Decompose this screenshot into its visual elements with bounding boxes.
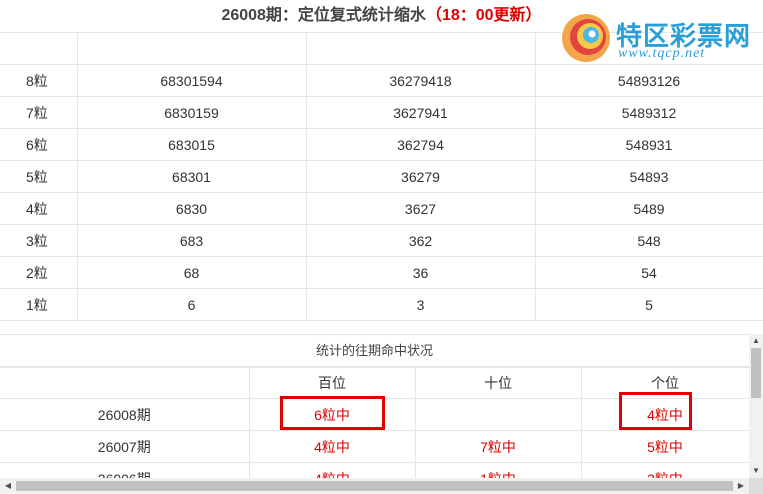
- row-label: 1粒: [0, 288, 78, 321]
- cell-tens: 3627: [305, 192, 536, 225]
- cell-units: 54893: [534, 160, 763, 193]
- table-row: 5粒 68301 36279 54893: [0, 160, 763, 193]
- hit-tens: 7粒中: [414, 430, 582, 463]
- cell-hundreds: 6: [76, 288, 307, 321]
- swirl-logo-icon: [562, 14, 610, 62]
- table-row: 8粒 68301594 36279418 54893126: [0, 64, 763, 97]
- cell-units: 54: [534, 256, 763, 289]
- cell-hundreds: 6830: [76, 192, 307, 225]
- history-row: 26006期 4粒中 1粒中 3粒中: [0, 462, 749, 478]
- hit-tens: [414, 398, 582, 431]
- row-label: 6粒: [0, 128, 78, 161]
- header-tens: 十位: [414, 366, 582, 399]
- row-label: 7粒: [0, 96, 78, 129]
- cell-units: 5489312: [534, 96, 763, 129]
- title-prefix: 26008期：定位复式统计缩水: [221, 7, 426, 24]
- cell-hundreds: 683: [76, 224, 307, 257]
- scroll-right-icon[interactable]: ▶: [733, 478, 749, 494]
- scroll-left-icon[interactable]: ◀: [0, 478, 16, 494]
- period-label: 26007期: [0, 430, 250, 463]
- highlight-box-units: [619, 392, 692, 430]
- cell-units: 5489: [534, 192, 763, 225]
- cell-tens: 3: [305, 288, 536, 321]
- history-section-title: 统计的往期命中状况: [0, 334, 749, 368]
- period-label: 26008期: [0, 398, 250, 431]
- cell-tens: 362: [305, 224, 536, 257]
- cell-hundreds: 6830159: [76, 96, 307, 129]
- cell-hundreds: 683015: [76, 128, 307, 161]
- cell-tens: 36: [305, 256, 536, 289]
- highlight-box-hundreds: [280, 396, 385, 430]
- row-label: 8粒: [0, 64, 78, 97]
- title-update-time: （18：00更新）: [425, 7, 542, 24]
- hit-hundreds: 4粒中: [248, 462, 416, 478]
- position-stats-table: 8粒 68301594 36279418 54893126 7粒 6830159…: [0, 32, 763, 321]
- vertical-scrollbar[interactable]: ▲ ▼: [749, 334, 763, 478]
- header-cell: [0, 366, 250, 399]
- hit-units: 3粒中: [580, 462, 749, 478]
- scrollbar-corner: [749, 478, 763, 494]
- cell-hundreds: 68301: [76, 160, 307, 193]
- cell-units: 54893126: [534, 64, 763, 97]
- header-hundreds: 百位: [248, 366, 416, 399]
- hit-units: 5粒中: [580, 430, 749, 463]
- cell-hundreds: 68: [76, 256, 307, 289]
- brand-url: www.tqcp.net: [618, 46, 706, 61]
- table-row: 3粒 683 362 548: [0, 224, 763, 257]
- cell-units: 548931: [534, 128, 763, 161]
- hit-tens: 1粒中: [414, 462, 582, 478]
- table-row: 7粒 6830159 3627941 5489312: [0, 96, 763, 129]
- cell-units: 548: [534, 224, 763, 257]
- cell-tens: 36279: [305, 160, 536, 193]
- table-row: 1粒 6 3 5: [0, 288, 763, 321]
- hit-hundreds: 4粒中: [248, 430, 416, 463]
- table-row: 6粒 683015 362794 548931: [0, 128, 763, 161]
- vertical-scroll-thumb[interactable]: [751, 348, 761, 398]
- row-label: 5粒: [0, 160, 78, 193]
- row-label: 4粒: [0, 192, 78, 225]
- site-logo[interactable]: 特区彩票网 www.tqcp.net: [560, 10, 760, 66]
- scroll-up-icon[interactable]: ▲: [749, 334, 763, 348]
- scroll-down-icon[interactable]: ▼: [749, 464, 763, 478]
- cell-units: 5: [534, 288, 763, 321]
- history-row: 26007期 4粒中 7粒中 5粒中: [0, 430, 749, 463]
- cell-hundreds: 68301594: [76, 64, 307, 97]
- table-row: 2粒 68 36 54: [0, 256, 763, 289]
- header-cell: [305, 32, 536, 65]
- horizontal-scrollbar[interactable]: ◀ ▶: [0, 478, 749, 494]
- header-cell: [76, 32, 307, 65]
- cell-tens: 36279418: [305, 64, 536, 97]
- period-label: 26006期: [0, 462, 250, 478]
- cell-tens: 3627941: [305, 96, 536, 129]
- cell-tens: 362794: [305, 128, 536, 161]
- row-label: 2粒: [0, 256, 78, 289]
- row-label: 3粒: [0, 224, 78, 257]
- horizontal-scroll-thumb[interactable]: [16, 481, 733, 491]
- header-cell: [0, 32, 78, 65]
- table-row: 4粒 6830 3627 5489: [0, 192, 763, 225]
